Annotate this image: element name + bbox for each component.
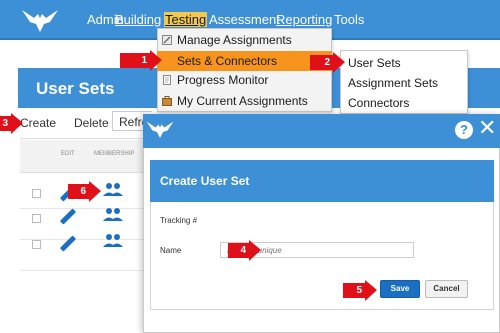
- modal-title-bar: [143, 114, 500, 148]
- nav-assessment[interactable]: Assessment: [209, 12, 280, 27]
- column-header-edit: EDIT: [61, 151, 75, 157]
- callout-arrow: [150, 50, 162, 71]
- step-callout-5: 5: [343, 280, 377, 301]
- tracking-label: Tracking #: [160, 216, 198, 225]
- submenu-item-user-sets[interactable]: User Sets: [348, 56, 401, 70]
- membership-users-icon[interactable]: [102, 182, 124, 196]
- nav-testing[interactable]: Testing: [164, 12, 208, 27]
- edit-document-icon: [162, 35, 172, 45]
- callout-arrow: [333, 52, 345, 73]
- row-checkbox[interactable]: [32, 240, 41, 249]
- callout-arrow: [11, 113, 23, 134]
- eagle-logo-icon: [146, 121, 174, 138]
- help-icon[interactable]: ?: [455, 121, 473, 139]
- cancel-button[interactable]: Cancel: [425, 280, 468, 298]
- callout-number: 1: [120, 53, 150, 68]
- save-button[interactable]: Save: [380, 280, 420, 298]
- name-label: Name: [160, 246, 182, 255]
- step-callout-6: 6: [68, 181, 101, 202]
- step-callout-1: 1: [120, 50, 162, 71]
- menu-item-progress-monitor[interactable]: Progress Monitor: [157, 70, 332, 90]
- callout-arrow: [89, 181, 101, 202]
- eagle-logo-icon: [22, 10, 58, 32]
- create-button[interactable]: Create: [20, 116, 56, 130]
- form-title: Create User Set: [160, 174, 250, 188]
- callout-number: 5: [343, 283, 365, 298]
- step-callout-3: 3: [0, 113, 23, 134]
- membership-users-icon[interactable]: [102, 207, 124, 221]
- step-callout-4: 4: [228, 240, 261, 261]
- submenu-item-assignment-sets[interactable]: Assignment Sets: [348, 76, 438, 90]
- row-checkbox[interactable]: [32, 214, 41, 223]
- callout-number: 3: [0, 116, 11, 131]
- membership-users-icon[interactable]: [102, 233, 124, 247]
- delete-button[interactable]: Delete: [74, 116, 109, 130]
- document-icon: [163, 75, 171, 85]
- callout-arrow: [365, 280, 377, 301]
- page-title: User Sets: [36, 79, 115, 98]
- step-callout-2: 2: [310, 52, 345, 73]
- briefcase-icon: [162, 96, 172, 106]
- close-icon[interactable]: ✕: [478, 117, 496, 139]
- nav-tools[interactable]: Tools: [334, 12, 364, 27]
- menu-item-manage-assignments[interactable]: Manage Assignments: [157, 30, 332, 50]
- column-header-membership: MEMBERSHIP: [94, 151, 135, 157]
- row-checkbox[interactable]: [32, 189, 41, 198]
- nav-reporting[interactable]: Reporting: [276, 12, 332, 27]
- nav-building[interactable]: Building: [115, 12, 161, 27]
- callout-number: 6: [68, 184, 89, 199]
- menu-item-sets-connectors[interactable]: Sets & Connectors: [157, 51, 332, 71]
- submenu-item-connectors[interactable]: Connectors: [348, 96, 409, 110]
- callout-number: 2: [310, 55, 333, 70]
- callout-arrow: [249, 240, 261, 261]
- callout-number: 4: [228, 243, 249, 258]
- menu-item-my-current-assignments[interactable]: My Current Assignments: [157, 91, 332, 111]
